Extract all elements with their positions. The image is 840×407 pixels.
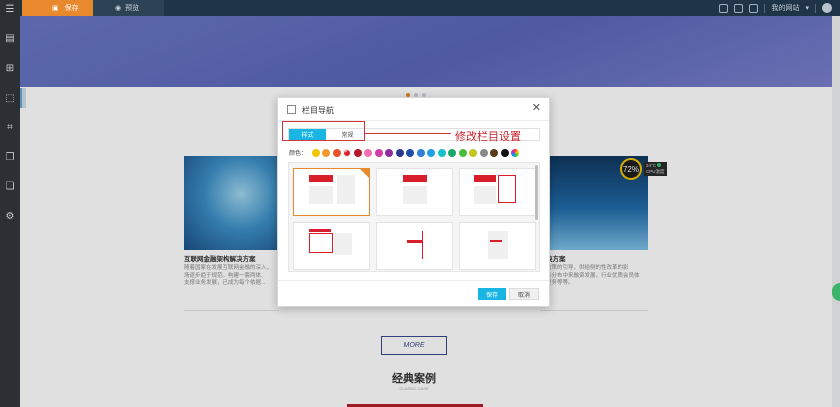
color-label: 颜色： — [289, 151, 308, 157]
color-picker: 颜色： — [289, 148, 520, 157]
color-swatch[interactable] — [458, 148, 467, 157]
color-swatch[interactable] — [448, 148, 457, 157]
color-swatch[interactable] — [406, 148, 415, 157]
annotation-highlight-box — [282, 121, 365, 141]
preview-tab-button[interactable]: ◉ 预览 — [93, 0, 164, 16]
pages-icon[interactable]: ❐ — [4, 152, 16, 164]
style-template-grid — [288, 162, 540, 272]
color-swatch[interactable] — [322, 148, 331, 157]
annotation-text: 修改栏目设置 — [455, 131, 521, 143]
annotation-line — [365, 133, 451, 134]
divider — [764, 3, 766, 13]
eye-icon: ◉ — [115, 5, 122, 12]
edit-icon — [287, 105, 296, 114]
divider — [815, 3, 816, 13]
dialog-title: 栏目导航 — [302, 106, 334, 115]
chevron-down-icon[interactable]: ▾ — [805, 4, 809, 12]
save-tab-label: 保存 — [64, 5, 79, 12]
crop-icon[interactable]: ⌗ — [4, 122, 16, 134]
custom-color-icon[interactable] — [511, 148, 520, 157]
color-swatch[interactable] — [437, 148, 446, 157]
color-swatch[interactable] — [311, 148, 320, 157]
color-swatch[interactable] — [427, 148, 436, 157]
dialog-header: 栏目导航 ✕ — [278, 98, 549, 121]
color-swatch[interactable] — [416, 148, 425, 157]
template-option[interactable] — [293, 168, 370, 216]
color-swatch[interactable] — [364, 148, 373, 157]
scrollbar[interactable] — [535, 165, 538, 220]
color-swatch[interactable] — [343, 148, 352, 157]
color-swatch[interactable] — [395, 148, 404, 157]
layout-icon[interactable]: ▤ — [4, 33, 16, 45]
left-sidebar: ☰ ▤ ⊞ ⬚ ⌗ ❐ ❏ ⚙ — [0, 0, 20, 407]
color-swatch[interactable] — [332, 148, 341, 157]
template-option[interactable] — [459, 222, 536, 270]
template-option[interactable] — [293, 222, 370, 270]
color-swatch[interactable] — [479, 148, 488, 157]
template-option[interactable] — [376, 222, 453, 270]
message-icon[interactable] — [734, 3, 744, 13]
save-button[interactable]: 保存 — [478, 288, 506, 300]
save-icon: ▣ — [52, 5, 59, 12]
avatar[interactable] — [822, 3, 832, 13]
floating-service-button[interactable] — [832, 283, 840, 301]
settings-gear-icon[interactable]: ⚙ — [4, 211, 16, 223]
select-area-icon[interactable]: ⬚ — [4, 93, 16, 105]
dialog-footer: 保存 取消 — [278, 280, 549, 306]
close-icon[interactable]: ✕ — [532, 102, 541, 114]
color-swatch[interactable] — [500, 148, 509, 157]
sitemap-icon[interactable]: ⊞ — [4, 63, 16, 75]
save-tab-button[interactable]: ▣ 保存 — [22, 0, 93, 16]
notification-icon[interactable] — [749, 3, 759, 13]
template-option[interactable] — [459, 168, 536, 216]
cancel-button[interactable]: 取消 — [509, 288, 539, 300]
color-swatch[interactable] — [374, 148, 383, 157]
template-option[interactable] — [376, 168, 453, 216]
my-site-link[interactable]: 我的网站 — [771, 3, 799, 13]
color-swatch[interactable] — [469, 148, 478, 157]
top-toolbar: ▣ 保存 ◉ 预览 我的网站 ▾ — [20, 0, 840, 16]
menu-icon[interactable]: ☰ — [4, 4, 16, 16]
color-swatch[interactable] — [385, 148, 394, 157]
copy-icon[interactable]: ❏ — [4, 181, 16, 193]
color-swatch[interactable] — [353, 148, 362, 157]
topbar-right-group: 我的网站 ▾ — [719, 0, 832, 16]
preview-tab-label: 预览 — [125, 5, 140, 12]
color-swatch[interactable] — [490, 148, 499, 157]
mobile-icon[interactable] — [719, 3, 729, 13]
